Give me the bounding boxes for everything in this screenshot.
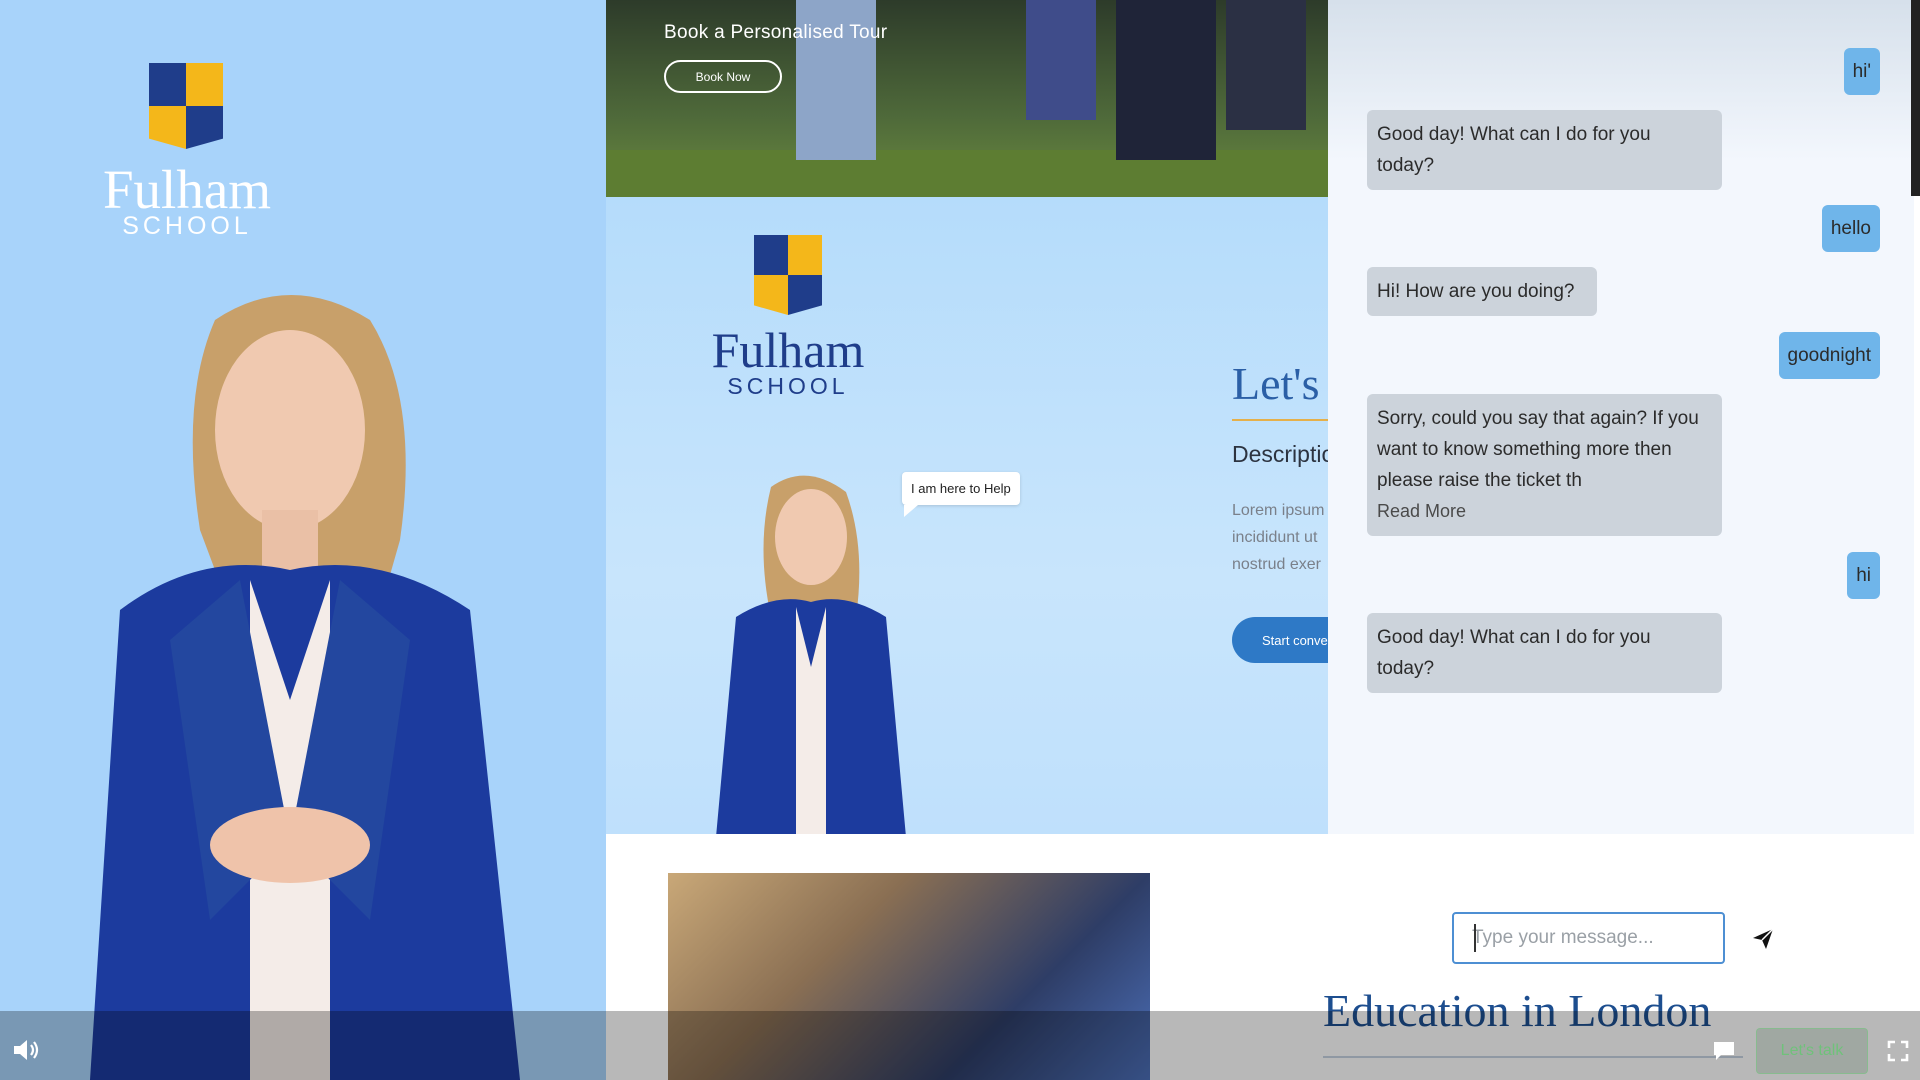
bot-message-text: Sorry, could you say that again? If you … xyxy=(1377,408,1699,491)
site-logo xyxy=(754,235,822,315)
description-line: nostrud exer xyxy=(1232,556,1321,573)
shield-icon xyxy=(149,63,223,149)
description-text: Lorem ipsum incididunt ut nostrud exer xyxy=(1232,497,1328,578)
book-now-button[interactable]: Book Now xyxy=(664,60,782,93)
send-button[interactable] xyxy=(1746,922,1780,956)
heading-divider xyxy=(1232,419,1328,421)
chat-panel: hi' Good day! What can I do for you toda… xyxy=(1328,0,1914,834)
school-logo xyxy=(149,63,223,149)
fullscreen-button[interactable] xyxy=(1887,1040,1909,1062)
video-control-bar xyxy=(0,1011,1920,1080)
user-message: hello xyxy=(1821,205,1880,252)
bot-message-truncated: Sorry, could you say that again? If you … xyxy=(1367,394,1722,536)
chat-bubble-icon xyxy=(1714,1042,1734,1060)
site-logo-wordmark: Fulham xyxy=(711,322,865,378)
description-heading: Descriptio xyxy=(1232,441,1328,467)
bot-message: Hi! How are you doing? xyxy=(1367,267,1597,316)
description-line: Lorem ipsum xyxy=(1232,502,1325,519)
user-message: hi xyxy=(1847,552,1880,599)
read-more-link[interactable]: Read More xyxy=(1377,496,1712,527)
tour-title: Book a Personalised Tour xyxy=(664,22,888,43)
site-logo-subtitle: SCHOOL xyxy=(727,373,849,399)
avatar-panel: Fulham SCHOOL xyxy=(0,0,606,1080)
description-line: incididunt ut xyxy=(1232,529,1318,546)
send-icon xyxy=(1753,928,1774,949)
logo-wordmark: Fulham xyxy=(102,159,272,220)
text-caret xyxy=(1474,924,1476,952)
fullscreen-icon xyxy=(1887,1040,1909,1062)
volume-icon xyxy=(14,1040,39,1060)
chat-toggle-button[interactable] xyxy=(1712,1040,1736,1062)
avatar-figure xyxy=(90,295,520,1080)
bot-message: Good day! What can I do for you today? xyxy=(1367,613,1722,693)
user-message: goodnight xyxy=(1778,332,1880,379)
website-background: Book a Personalised Tour Book Now Fulham… xyxy=(606,0,1328,1080)
shield-icon xyxy=(754,235,822,315)
volume-button[interactable] xyxy=(12,1037,42,1063)
intro-section: Fulham SCHOOL I am here to Help Let's De… xyxy=(606,197,1328,834)
start-conversation-button[interactable]: Start conve xyxy=(1232,617,1328,663)
bot-message: Good day! What can I do for you today? xyxy=(1367,110,1722,190)
logo-subtitle: SCHOOL xyxy=(122,212,252,240)
mini-avatar-figure xyxy=(716,475,906,834)
lets-heading: Let's xyxy=(1232,358,1320,409)
help-speech-bubble: I am here to Help xyxy=(902,472,1020,517)
tour-hero-banner: Book a Personalised Tour Book Now xyxy=(606,0,1328,197)
chat-message-input[interactable] xyxy=(1454,914,1723,962)
chat-scrollbar-thumb[interactable] xyxy=(1911,0,1920,196)
chat-input-box[interactable] xyxy=(1452,912,1725,964)
user-message: hi' xyxy=(1843,48,1880,95)
lets-talk-button[interactable]: Let's talk xyxy=(1756,1028,1868,1074)
